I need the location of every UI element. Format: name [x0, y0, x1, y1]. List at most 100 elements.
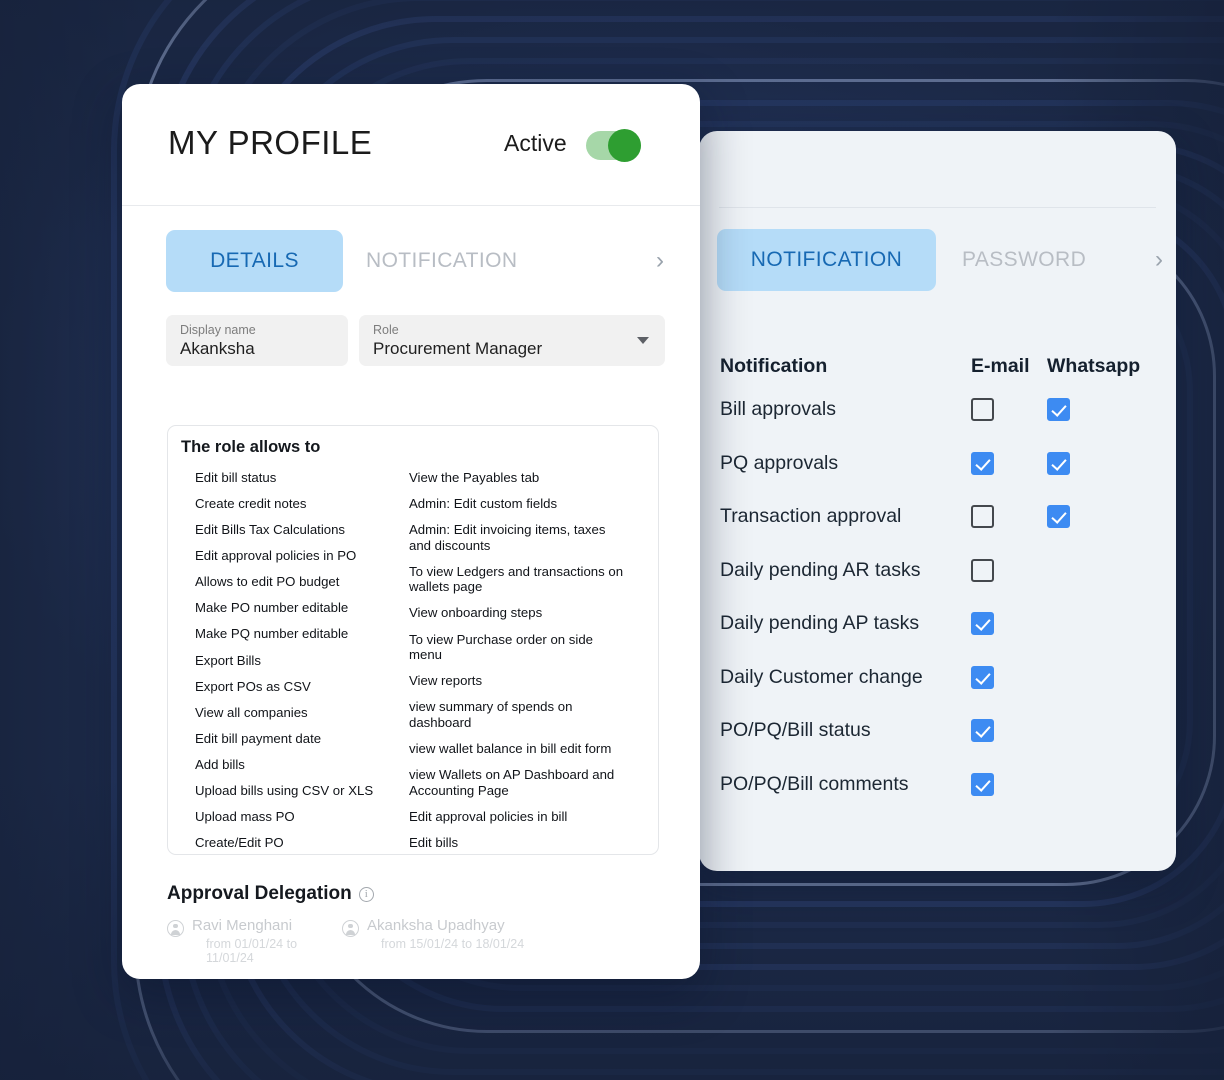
- notification-row: PO/PQ/Bill status: [720, 704, 1160, 758]
- whatsapp-cell: [1047, 773, 1147, 796]
- permission-item: Export POs as CSV: [195, 678, 311, 694]
- approval-delegation-title: Approval Delegation: [167, 883, 352, 904]
- notification-row-label: PQ approvals: [720, 451, 839, 474]
- role-label: Role: [373, 323, 399, 337]
- delegate-list: Ravi Menghani from 01/01/24 to 11/01/24 Ak…: [167, 917, 667, 965]
- tab-details[interactable]: DETAILS: [166, 230, 343, 292]
- notification-row: Daily pending AR tasks: [720, 544, 1160, 598]
- notification-rows: Bill approvals PQ approvals Transaction ap…: [720, 383, 1160, 811]
- avatar-icon: [167, 920, 184, 937]
- notification-table-header: Notification E-mail Whatsapp: [720, 349, 1160, 383]
- delegate-name: Ravi Menghani: [192, 917, 293, 934]
- email-checkbox[interactable]: [971, 451, 994, 475]
- active-status-label: Active: [504, 130, 567, 156]
- permission-item: Create/Edit PO: [195, 835, 284, 851]
- permission-item: Edit approval policies in bill: [409, 808, 568, 824]
- delegate-name: Akanksha Upadhyay: [367, 917, 505, 934]
- tab-notification[interactable]: NOTIFICATION: [717, 229, 936, 291]
- email-checkbox[interactable]: [971, 719, 994, 743]
- notification-row: PQ approvals: [720, 437, 1160, 491]
- email-cell: [971, 558, 1047, 582]
- notification-card: NOTIFICATION PASSWORD › Notification E-m…: [699, 131, 1176, 871]
- notification-row-label: Daily Customer change: [720, 665, 923, 688]
- active-toggle[interactable]: [586, 129, 641, 162]
- notification-row-label: Bill approvals: [720, 398, 836, 421]
- tab-password[interactable]: PASSWORD: [962, 229, 1162, 291]
- email-cell: [971, 451, 1047, 475]
- column-header-whatsapp-label: Whatsapp: [1047, 354, 1141, 377]
- tab-notification-inactive[interactable]: NOTIFICATION: [366, 230, 596, 292]
- notification-row-label: Daily pending AR tasks: [720, 558, 921, 581]
- delegate-item: Ravi Menghani from 01/01/24 to 11/01/24: [167, 917, 342, 965]
- whatsapp-cell: [1047, 719, 1147, 742]
- whatsapp-checkbox[interactable]: [1047, 398, 1070, 422]
- email-cell: [971, 719, 1047, 743]
- permission-item: View all companies: [195, 704, 308, 720]
- email-cell: [971, 505, 1047, 529]
- permission-item: To view Purchase order on side menu: [409, 631, 593, 663]
- notification-row-label: Daily pending AP tasks: [720, 612, 920, 635]
- chevron-right-icon[interactable]: ›: [1155, 248, 1163, 272]
- permission-item: view Wallets on AP Dashboard and Account…: [409, 767, 615, 798]
- permission-item: Admin: Edit invoicing items, taxes and d…: [409, 522, 606, 553]
- email-checkbox[interactable]: [971, 505, 994, 529]
- permission-item: Edit Bills Tax Calculations: [195, 522, 346, 538]
- whatsapp-cell: [1047, 612, 1147, 635]
- whatsapp-cell: [1047, 559, 1147, 582]
- notification-row-label: PO/PQ/Bill comments: [720, 772, 909, 795]
- permissions-title: The role allows to: [181, 438, 321, 456]
- email-cell: [971, 772, 1047, 796]
- permission-item: Upload mass PO: [195, 809, 295, 825]
- email-checkbox[interactable]: [971, 558, 994, 582]
- profile-card-tabs: DETAILS NOTIFICATION ›: [166, 230, 686, 292]
- column-header-whatsapp: Whatsapp: [1047, 355, 1147, 378]
- notification-row: Daily Customer change: [720, 651, 1160, 705]
- permission-item: Make PO number editable: [195, 600, 349, 616]
- profile-card-divider: [122, 205, 700, 206]
- whatsapp-checkbox[interactable]: [1047, 451, 1070, 475]
- permission-item: Edit bills: [409, 834, 459, 850]
- delegate-text: Ravi Menghani from 01/01/24 to 11/01/24: [192, 917, 342, 965]
- role-select[interactable]: Role Procurement Manager: [359, 315, 665, 366]
- approval-delegation-section: Approval Delegation i Ravi Menghani from …: [167, 883, 667, 965]
- permission-item: View reports: [409, 673, 483, 689]
- whatsapp-cell: [1047, 666, 1147, 689]
- chevron-down-icon[interactable]: [637, 337, 649, 344]
- permission-item: Export Bills: [195, 652, 261, 668]
- email-checkbox[interactable]: [971, 612, 994, 636]
- email-checkbox[interactable]: [971, 398, 994, 422]
- notification-row-label: PO/PQ/Bill status: [720, 719, 871, 742]
- email-checkbox[interactable]: [971, 772, 994, 796]
- column-header-notification: Notification: [720, 354, 828, 377]
- permissions-column-left: Edit bill status Create credit notes Edit …: [195, 470, 395, 854]
- notification-card-tabs: NOTIFICATION PASSWORD ›: [717, 229, 1165, 291]
- whatsapp-cell: [1047, 505, 1147, 529]
- page-title: MY PROFILE: [168, 124, 373, 161]
- display-name-label: Display name: [180, 323, 256, 337]
- permission-item: Edit bill status: [195, 470, 277, 485]
- email-cell: [971, 665, 1047, 689]
- display-name-value: Akanksha: [180, 339, 255, 358]
- permissions-column-right: View the Payables tab Admin: Edit custom …: [409, 470, 624, 854]
- notification-row: Bill approvals: [720, 383, 1160, 437]
- notification-table: Notification E-mail Whatsapp Bill approv…: [720, 349, 1160, 811]
- notification-row: Daily pending AP tasks: [720, 597, 1160, 651]
- chevron-right-icon[interactable]: ›: [656, 249, 664, 273]
- delegate-dates: from 15/01/24 to 18/01/24: [381, 937, 525, 951]
- info-icon[interactable]: i: [358, 886, 374, 902]
- permission-item: Create credit notes: [195, 496, 307, 512]
- email-checkbox[interactable]: [971, 665, 994, 689]
- permission-item: Upload bills using CSV or XLS: [195, 782, 374, 798]
- permission-item: view summary of spends on dashboard: [409, 699, 573, 730]
- role-value: Procurement Manager: [373, 339, 543, 358]
- permission-item: Allows to edit PO budget: [195, 574, 340, 590]
- display-name-field[interactable]: Display name Akanksha: [166, 315, 348, 366]
- email-cell: [971, 612, 1047, 636]
- column-header-email-label: E-mail: [971, 354, 1030, 377]
- permission-item: View onboarding steps: [409, 605, 543, 621]
- permission-item: View the Payables tab: [409, 470, 540, 485]
- whatsapp-checkbox[interactable]: [1047, 505, 1070, 529]
- permission-item: Add bills: [195, 756, 245, 772]
- active-toggle-knob: [608, 129, 641, 162]
- email-cell: [971, 398, 1047, 422]
